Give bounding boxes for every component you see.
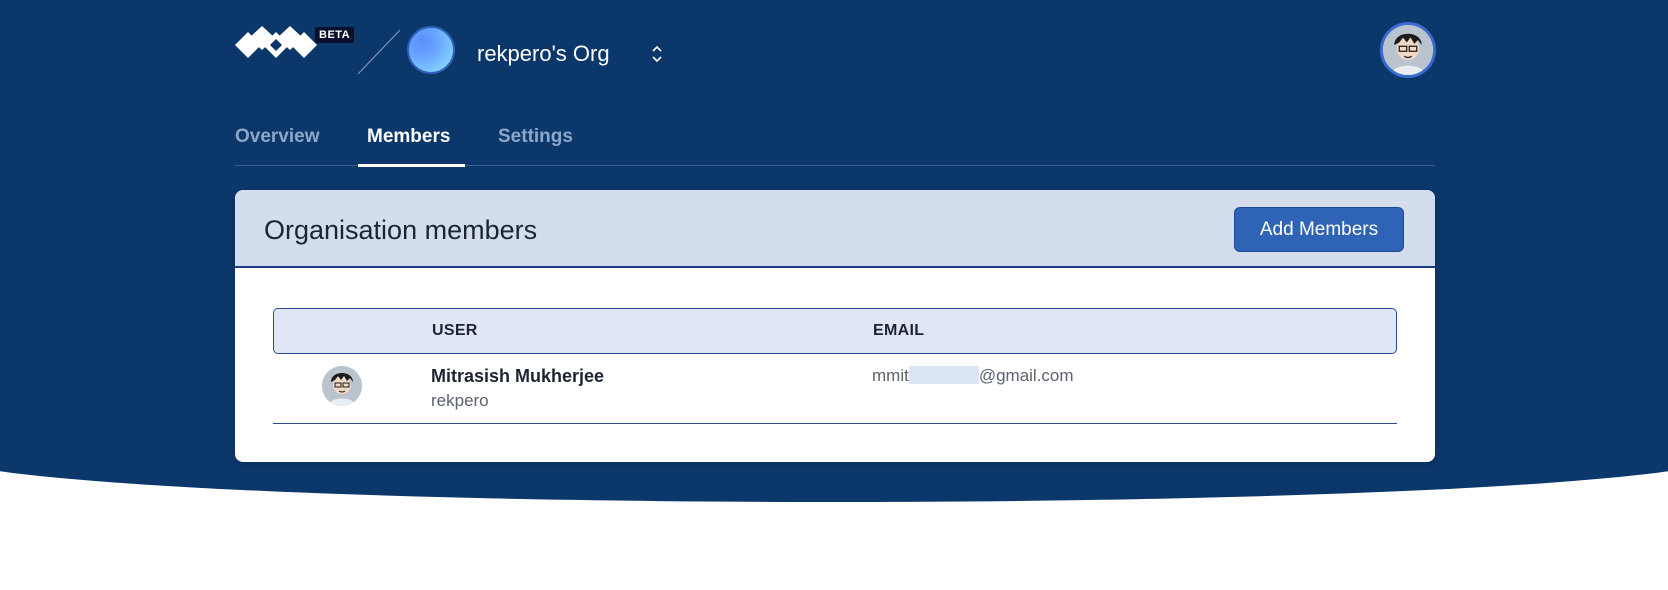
user-avatar[interactable] — [1380, 22, 1436, 78]
column-header-user: USER — [432, 322, 478, 339]
active-tab-indicator — [358, 164, 465, 167]
member-username: rekpero — [431, 391, 489, 410]
diamond-logo-icon[interactable] — [235, 26, 317, 64]
members-card: Organisation members Add Members USER EM… — [235, 190, 1435, 462]
email-redaction — [908, 366, 979, 384]
column-header-email: EMAIL — [873, 322, 925, 339]
member-email: mmit @gmail.com — [872, 366, 1074, 386]
nav-tabs: Overview Members Settings — [235, 112, 1435, 167]
member-name: Mitrasish Mukherjee — [431, 366, 605, 386]
card-header: Organisation members Add Members — [235, 190, 1435, 268]
tab-members[interactable]: Members — [367, 126, 450, 148]
email-prefix: mmit — [872, 366, 909, 385]
org-name[interactable]: rekpero's Org — [477, 41, 610, 67]
add-members-button[interactable]: Add Members — [1234, 207, 1404, 252]
card-title: Organisation members — [264, 215, 538, 245]
table-header: USER EMAIL — [273, 308, 1397, 354]
email-suffix: @gmail.com — [978, 366, 1074, 385]
chevron-up-down-icon[interactable] — [650, 42, 664, 66]
separator-slash — [357, 29, 401, 75]
user-cartoon-icon — [322, 366, 362, 406]
tab-settings[interactable]: Settings — [498, 126, 573, 148]
org-avatar[interactable] — [407, 26, 455, 74]
table-row[interactable]: Mitrasish Mukherjee rekpero mmit @gmail.c… — [273, 354, 1397, 424]
member-avatar — [322, 366, 362, 406]
members-table: USER EMAIL Mitrasish Mukherjee rekpero m… — [273, 308, 1397, 424]
beta-badge: BETA — [315, 27, 355, 43]
user-cartoon-icon — [1383, 25, 1433, 75]
tab-overview[interactable]: Overview — [235, 126, 320, 148]
